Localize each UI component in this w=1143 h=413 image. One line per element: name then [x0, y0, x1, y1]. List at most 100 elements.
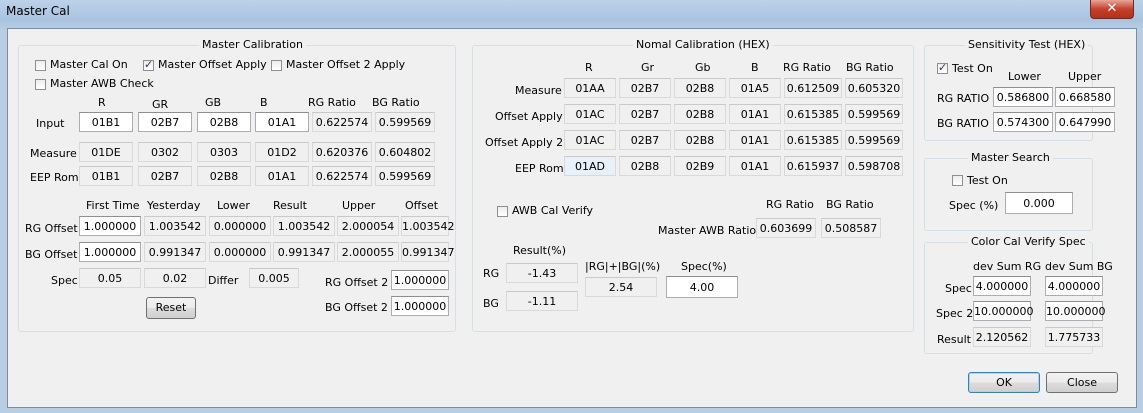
dialog-client: Master Calibration Master Cal On Master … — [7, 28, 1137, 408]
nomal-offset-apply-gr: 02B7 — [619, 104, 671, 124]
row-label-spec-2: Spec 2 — [936, 307, 974, 320]
nomal-offset-apply-b: 01A1 — [729, 104, 781, 124]
bg-offset-result-value: 0.991347 — [273, 242, 335, 262]
rg-offset-lower-value: 0.000000 — [209, 216, 271, 236]
column-header: B — [751, 61, 759, 74]
sensitivity-test-on-checkbox[interactable] — [937, 61, 948, 74]
column-header: Upper — [342, 199, 376, 212]
column-header: dev Sum BG — [1045, 260, 1113, 273]
column-header: GB — [205, 96, 222, 109]
nomal-eep-b: 01A1 — [729, 156, 781, 176]
column-header: RG Ratio — [308, 96, 356, 109]
nomal-measure-rg-ratio: 0.612509 — [784, 78, 842, 98]
result-header: Result(%) — [513, 244, 567, 257]
eep-b-value: 01A1 — [255, 166, 309, 186]
bg-ratio-lower-field[interactable]: 0.574300 — [993, 112, 1053, 132]
spec-percent-label: Spec (%) — [949, 199, 999, 212]
column-header: Offset — [405, 199, 439, 212]
spec-dev-bg-field[interactable]: 4.000000 — [1045, 276, 1103, 296]
column-header: Yesterday — [147, 199, 201, 212]
nomal-measure-bg-ratio: 0.605320 — [845, 78, 903, 98]
spec-value-2: 0.02 — [144, 268, 206, 288]
master-awb-check-checkbox[interactable] — [35, 79, 46, 90]
measure-rg-ratio-value: 0.620376 — [312, 142, 372, 162]
differ-value: 0.005 — [249, 268, 299, 288]
nomal-eep-bg-ratio: 0.598708 — [845, 156, 903, 176]
column-header: Gb — [695, 61, 711, 74]
spec-value-1: 0.05 — [79, 268, 141, 288]
dialog-window: Master Cal ✕ Master Calibration Master C… — [0, 0, 1143, 413]
window-title: Master Cal — [6, 4, 70, 18]
nomal-measure-b: 01A5 — [729, 78, 781, 98]
input-rg-ratio-value: 0.622574 — [312, 112, 372, 132]
measure-b-value: 01D2 — [255, 142, 309, 162]
column-header: BG Ratio — [846, 61, 894, 74]
reset-button[interactable]: Reset — [146, 297, 196, 319]
bg-ratio-upper-field[interactable]: 0.647990 — [1055, 112, 1115, 132]
column-header: R — [585, 61, 593, 74]
row-label-offset-apply-2: Offset Apply 2 — [485, 136, 564, 149]
sensitivity-test-group: Sensitivity Test (HEX) Test On Lower Upp… — [924, 38, 1115, 141]
master-search-test-on-checkbox[interactable] — [952, 175, 963, 186]
bg-offset-first-time-field[interactable]: 1.000000 — [79, 242, 141, 262]
row-label-measure: Measure — [30, 147, 77, 160]
bg-offset-yesterday-value: 0.991347 — [144, 242, 206, 262]
row-label-result: Result — [937, 333, 971, 346]
checkbox-label: Test On — [952, 62, 993, 75]
measure-bg-ratio-value: 0.604802 — [375, 142, 435, 162]
row-label-spec: Spec — [51, 274, 78, 287]
nomal-offset-apply-gb: 02B8 — [674, 104, 726, 124]
master-search-group: Master Search Test On Spec (%) 0.000 — [924, 151, 1093, 231]
bg-result-label: BG — [483, 297, 499, 310]
title-bar[interactable]: Master Cal ✕ — [0, 0, 1143, 24]
row-label-rg-offset: RG Offset — [25, 222, 78, 235]
window-close-icon[interactable]: ✕ — [1090, 0, 1134, 19]
input-gb-field[interactable]: 02B8 — [197, 112, 251, 132]
column-header: Result — [273, 199, 307, 212]
nomal-offset-apply2-bg-ratio: 0.599569 — [845, 130, 903, 150]
rg-offset-2-field[interactable]: 1.000000 — [391, 270, 449, 290]
eep-gb-value: 02B8 — [197, 166, 251, 186]
nomal-eep-gr: 02B8 — [619, 156, 671, 176]
master-offset-2-apply-checkbox[interactable] — [271, 60, 282, 71]
checkbox-label: Master Offset 2 Apply — [286, 58, 406, 71]
nomal-measure-r: 01AA — [564, 78, 616, 98]
input-b-field[interactable]: 01A1 — [255, 112, 309, 132]
master-offset-apply-checkbox[interactable] — [143, 58, 154, 71]
rg-bg-sum-value: 2.54 — [585, 277, 657, 297]
master-search-spec-field[interactable]: 0.000 — [1005, 192, 1073, 214]
ok-button[interactable]: OK — [968, 372, 1040, 393]
input-r-field[interactable]: 01B1 — [79, 112, 133, 132]
rg-result-value: -1.43 — [506, 263, 578, 283]
bg-offset-2-field[interactable]: 1.000000 — [391, 296, 449, 316]
nomal-eep-gb: 02B9 — [674, 156, 726, 176]
nomal-offset-apply-r: 01AC — [564, 104, 616, 124]
eep-rg-ratio-value: 0.622574 — [312, 166, 372, 186]
result-dev-bg-value: 1.775733 — [1045, 327, 1103, 347]
rg-offset-upper-value: 2.000054 — [337, 216, 399, 236]
bg-result-value: -1.11 — [506, 291, 578, 311]
nomal-calibration-group: Nomal Calibration (HEX) R Gr Gb B RG Rat… — [472, 38, 914, 332]
row-label-spec: Spec — [945, 282, 972, 295]
bg-ratio-label: BG RATIO — [937, 117, 989, 130]
rg-ratio-upper-field[interactable]: 0.668580 — [1055, 87, 1115, 107]
group-title: Color Cal Verify Spec — [968, 235, 1089, 248]
column-header: RG Ratio — [766, 198, 814, 211]
master-cal-on-checkbox[interactable] — [35, 60, 46, 71]
checkbox-label: Test On — [967, 174, 1008, 187]
spec2-dev-bg-field[interactable]: 10.000000 — [1045, 301, 1106, 321]
column-header: BG Ratio — [372, 96, 420, 109]
column-header: R — [98, 96, 106, 109]
column-header: Lower — [1008, 70, 1041, 83]
column-header: Lower — [217, 199, 250, 212]
spec-dev-rg-field[interactable]: 4.000000 — [973, 276, 1031, 296]
close-button[interactable]: Close — [1046, 372, 1118, 393]
column-header: GR — [152, 98, 169, 111]
rg-offset-first-time-field[interactable]: 1.000000 — [79, 216, 141, 236]
awb-cal-verify-checkbox[interactable] — [497, 206, 508, 217]
spec2-dev-rg-field[interactable]: 10.000000 — [973, 301, 1034, 321]
rg-ratio-lower-field[interactable]: 0.586800 — [993, 87, 1053, 107]
spec-percent-field[interactable]: 4.00 — [666, 276, 738, 298]
nomal-measure-gr: 02B7 — [619, 78, 671, 98]
input-gr-field[interactable]: 02B7 — [138, 112, 192, 132]
